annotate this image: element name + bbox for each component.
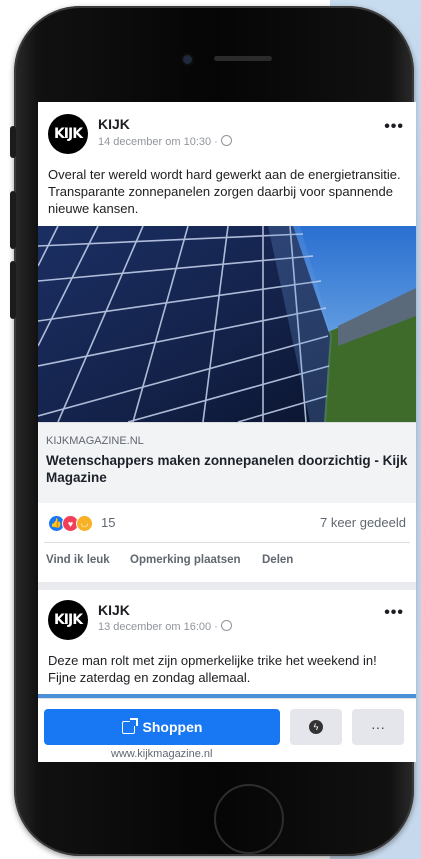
post-card: KIJK KIJK 14 december om 10:30 · ••• Ove… (38, 102, 416, 582)
post-date[interactable]: 14 december om 10:30 · (98, 135, 232, 148)
shop-button-label: Shoppen (142, 719, 203, 735)
post-card: KIJK KIJK 13 december om 16:00 · ••• Dez… (38, 590, 416, 698)
front-camera (183, 55, 192, 64)
post-options-icon[interactable]: ••• (384, 118, 404, 136)
page-avatar[interactable]: KIJK (48, 114, 88, 154)
shop-url: www.kijkmagazine.nl (111, 748, 213, 760)
earpiece-speaker (214, 56, 272, 61)
post-text: Overal ter wereld wordt hard gewerkt aan… (48, 167, 401, 216)
like-button[interactable]: Vind ik leuk (46, 554, 110, 566)
volume-down-button (10, 261, 16, 319)
mute-switch (10, 126, 16, 158)
link-preview-image[interactable] (38, 226, 416, 422)
link-domain: KIJKMAGAZINE.NL (46, 435, 144, 447)
post-date-text: 14 december om 10:30 · (98, 136, 221, 148)
link-title: Wetenschappers maken zonnepanelen doorzi… (46, 453, 408, 485)
reaction-count[interactable]: 15 (101, 515, 115, 530)
avatar-logo-text: KIJK (53, 612, 83, 628)
external-link-icon (121, 717, 138, 734)
messenger-button[interactable]: ϟ (290, 709, 342, 745)
page-name[interactable]: KIJK (98, 602, 130, 618)
post-text: Deze man rolt met zijn opmerkelijke trik… (48, 653, 377, 685)
comment-button[interactable]: Opmerking plaatsen (130, 554, 241, 566)
post-options-icon[interactable]: ••• (384, 604, 404, 622)
link-preview-box[interactable]: KIJKMAGAZINE.NL Wetenschappers maken zon… (38, 422, 416, 503)
volume-up-button (10, 191, 16, 249)
share-count[interactable]: 7 keer gedeeld (320, 515, 406, 530)
reactions[interactable]: 👍 ♥ ◡ (48, 515, 93, 532)
shop-button[interactable]: Shoppen (44, 709, 280, 745)
haha-reaction-icon: ◡ (76, 515, 93, 532)
globe-icon (220, 135, 232, 146)
avatar-logo-text: KIJK (53, 126, 83, 142)
globe-icon (220, 620, 232, 631)
share-button[interactable]: Delen (262, 554, 293, 566)
page-name[interactable]: KIJK (98, 116, 130, 132)
more-button[interactable]: ··· (352, 709, 404, 745)
page-avatar[interactable]: KIJK (48, 600, 88, 640)
solar-panel-image (38, 226, 416, 422)
post-date-text: 13 december om 16:00 · (98, 621, 221, 633)
phone-screen: KIJK KIJK 14 december om 10:30 · ••• Ove… (38, 102, 416, 762)
shop-bar: Shoppen ϟ ··· www.kijkmagazine.nl (38, 698, 416, 762)
home-button[interactable] (214, 784, 284, 854)
post-date[interactable]: 13 december om 16:00 · (98, 620, 232, 633)
divider (44, 542, 410, 543)
messenger-icon: ϟ (309, 720, 323, 734)
more-icon: ··· (371, 719, 385, 735)
